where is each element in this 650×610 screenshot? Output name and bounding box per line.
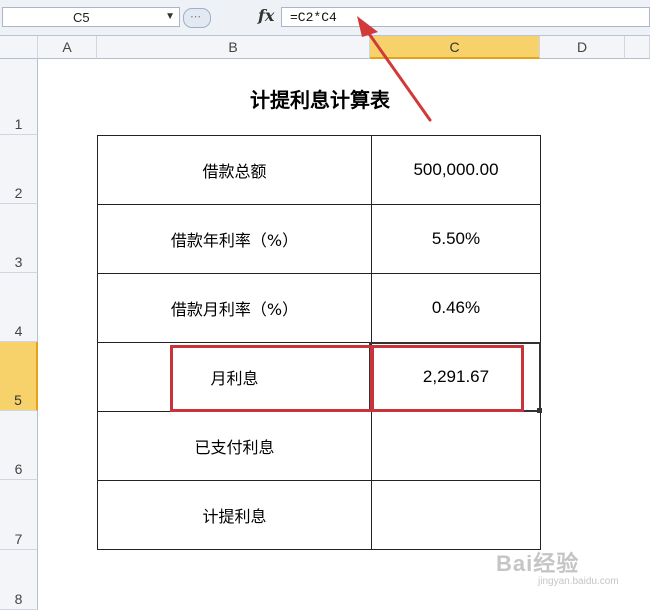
watermark-brand: Bai经验 (496, 551, 580, 576)
arrow-shaft (363, 26, 432, 122)
annotation-arrow (357, 16, 432, 122)
watermark-url: jingyan.baidu.com (538, 576, 619, 587)
arrow-head (357, 16, 378, 37)
baidu-jingyan-watermark: Bai经验 jingyan.baidu.com (496, 546, 619, 587)
